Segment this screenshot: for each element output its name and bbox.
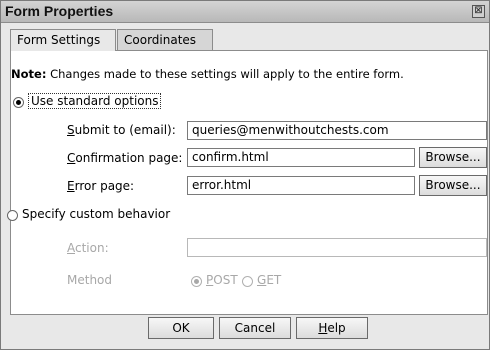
title-bar[interactable]: Form Properties ⊠ [1,1,489,23]
post-radio[interactable] [191,276,202,287]
action-field[interactable] [187,238,487,257]
get-radio[interactable] [242,276,253,287]
error-page-label: Error page: [67,179,135,193]
note-prefix: Note: [11,67,47,81]
custom-behavior-radio[interactable] [7,210,18,221]
tab-label: Coordinates [124,33,197,47]
get-label: GET [257,273,282,287]
standard-options-radio[interactable] [13,97,24,108]
ok-button[interactable]: OK [148,317,214,339]
error-page-field[interactable]: error.html [187,176,415,195]
confirmation-page-label: Confirmation page: [67,151,183,165]
action-label: Action: [67,241,109,255]
confirmation-page-field[interactable]: confirm.html [187,148,415,167]
post-label: POST [206,273,238,287]
tab-coordinates[interactable]: Coordinates [117,29,213,50]
submit-email-label: Submit to (email): [67,123,176,137]
submit-email-field[interactable]: queries@menwithoutchests.com [187,121,487,140]
form-properties-dialog: Form Properties ⊠ Form Settings Coordina… [0,0,490,350]
cancel-button[interactable]: Cancel [219,317,291,339]
custom-behavior-label[interactable]: Specify custom behavior [22,207,170,221]
note-body: Changes made to these settings will appl… [46,67,404,81]
standard-options-label[interactable]: Use standard options [28,93,162,109]
confirmation-browse-button[interactable]: Browse... [419,147,487,168]
tab-form-settings[interactable]: Form Settings [10,29,116,51]
help-button[interactable]: Help [296,317,368,339]
close-icon[interactable]: ⊠ [472,5,485,18]
tab-label: Form Settings [17,33,101,47]
note-text: Note: Changes made to these settings wil… [11,67,404,81]
dialog-title: Form Properties [5,3,114,19]
error-browse-button[interactable]: Browse... [419,175,487,196]
method-label: Method [67,273,113,287]
